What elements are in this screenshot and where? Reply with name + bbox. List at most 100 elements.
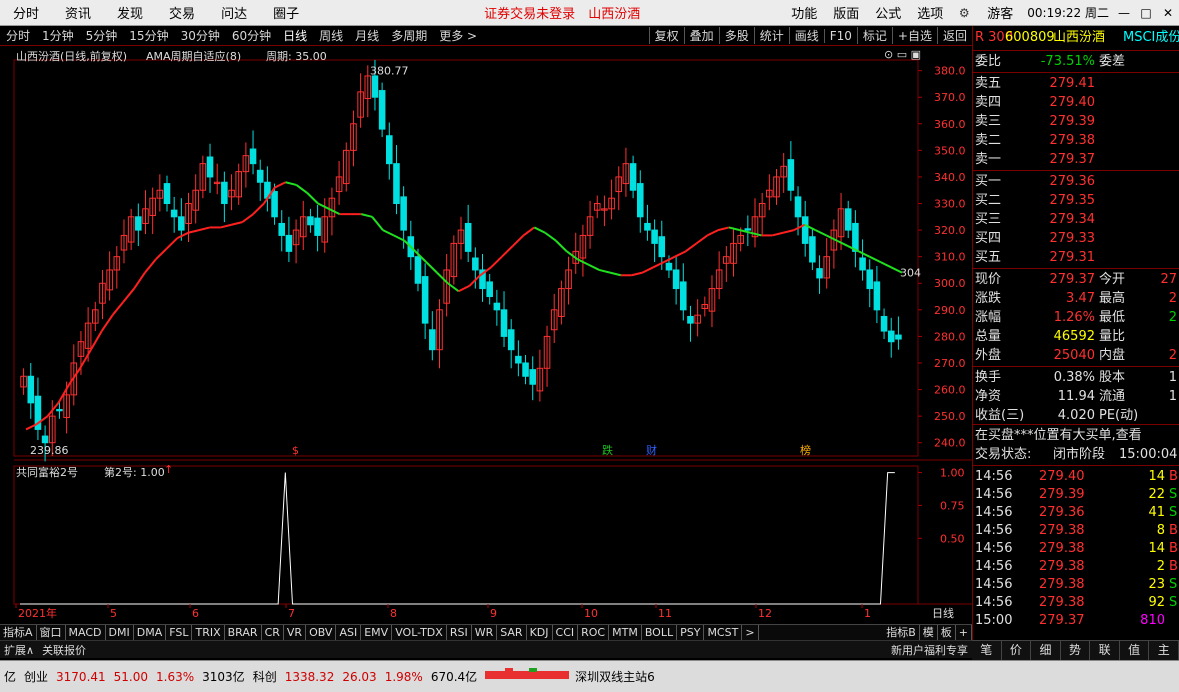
indicator-tab[interactable]: WR — [472, 624, 498, 641]
menu-item-banmian[interactable]: 版面 — [825, 3, 867, 22]
indicator-tab[interactable]: 指标B — [883, 624, 920, 641]
login-notice[interactable]: 证券交易未登录 — [471, 3, 588, 22]
period-tab-multi[interactable]: 多周期 — [385, 27, 433, 44]
indicator-tab[interactable]: CCI — [553, 624, 579, 641]
close-icon[interactable]: ✕ — [1157, 6, 1179, 20]
indicator-tab[interactable]: VOL-TDX — [392, 624, 447, 641]
related-quote-tab[interactable]: 关联报价 — [38, 642, 90, 658]
bid-label: 买二 — [975, 193, 1002, 208]
period-tab-60min[interactable]: 60分钟 — [226, 27, 277, 44]
indicator-tab[interactable]: KDJ — [527, 624, 553, 641]
indicator-tab[interactable]: PSY — [677, 624, 705, 641]
indicator-tab[interactable]: > — [742, 624, 759, 641]
menu-item-faxian[interactable]: 发现 — [104, 3, 156, 22]
right-tab[interactable]: 联 — [1090, 641, 1120, 660]
right-tab[interactable]: 细 — [1031, 641, 1061, 660]
candle-body — [400, 196, 407, 231]
right-tab[interactable]: 笔 — [972, 641, 1002, 660]
add-watchlist-button[interactable]: +自选 — [891, 27, 937, 44]
sub-indicator-value: 第2号: 1.00 — [104, 466, 165, 479]
menu-item-zixun[interactable]: 资讯 — [52, 3, 104, 22]
period-tab-monthly[interactable]: 月线 — [349, 27, 385, 44]
sub-indicator-name[interactable]: 共同富裕2号 — [16, 464, 78, 480]
period-tab-5min[interactable]: 5分钟 — [80, 27, 124, 44]
stock-code[interactable]: 600809 — [1005, 28, 1055, 47]
indicator-tab[interactable]: OBV — [306, 624, 337, 641]
right-tab[interactable]: 价 — [1002, 641, 1032, 660]
period-tab-15min[interactable]: 15分钟 — [123, 27, 174, 44]
user-label[interactable]: 游客 — [977, 3, 1023, 22]
indicator-tab[interactable]: DMI — [106, 624, 134, 641]
stats-button[interactable]: 统计 — [753, 27, 789, 44]
mark-button[interactable]: 标记 — [856, 27, 892, 44]
overlay-button[interactable]: 叠加 — [683, 27, 719, 44]
expand-tab[interactable]: 扩展∧ — [0, 642, 38, 658]
settings-icon[interactable]: ⚙ — [951, 6, 977, 20]
tick-volume: 8 — [1156, 523, 1165, 538]
indicator-tab[interactable]: MACD — [66, 624, 106, 641]
indicator-tab[interactable]: ROC — [578, 624, 610, 641]
back-button[interactable]: 返回 — [936, 27, 972, 44]
period-tab-weekly[interactable]: 周线 — [313, 27, 349, 44]
x-axis: 2021年 5 6 7 8 9 10 11 12 1 日线 — [15, 604, 954, 620]
indicator-tab[interactable]: CR — [262, 624, 284, 641]
ama-segment — [685, 242, 698, 253]
chart-indicator-label[interactable]: AMA周期自适应(8) — [146, 48, 241, 64]
period-tab-30min[interactable]: 30分钟 — [175, 27, 226, 44]
kline-chart-svg[interactable]: 240.0 250.0 260.0 270.0 280.0 290.0 300.0 310.0… — [0, 46, 972, 624]
divider — [973, 424, 1179, 425]
tick-time: 14:56 — [975, 577, 1013, 592]
draw-line-button[interactable]: 画线 — [788, 27, 824, 44]
annotation-ama_last: 304 — [900, 267, 921, 280]
indicator-tab[interactable]: MTM — [609, 624, 642, 641]
promo-link[interactable]: 新用户福利专享 — [887, 642, 972, 658]
multi-stock-button[interactable]: 多股 — [718, 27, 754, 44]
indicator-tab[interactable]: EMV — [361, 624, 393, 641]
indicator-tab[interactable]: VR — [284, 624, 307, 641]
period-tab-daily[interactable]: 日线 — [277, 27, 313, 44]
period-tab-more[interactable]: 更多 > — [433, 27, 483, 44]
indicator-tab[interactable]: BRAR — [225, 624, 262, 641]
indicator-tab[interactable]: BOLL — [642, 624, 678, 641]
right-tab[interactable]: 势 — [1061, 641, 1091, 660]
indicator-tab[interactable]: 模 — [920, 624, 938, 641]
right-tab[interactable]: 主 — [1149, 641, 1179, 660]
indicator-tab[interactable]: MCST — [704, 624, 743, 641]
menu-item-fenshi[interactable]: 分时 — [0, 3, 52, 22]
indicator-tab[interactable]: DMA — [134, 624, 167, 641]
indicator-tab[interactable]: RSI — [447, 624, 472, 641]
menu-item-xuanxiang[interactable]: 选项 — [909, 3, 951, 22]
status-server[interactable]: 深圳双线主站6 — [571, 668, 659, 685]
stock-name[interactable]: 山西汾酒 — [1053, 28, 1105, 47]
status-kc-label[interactable]: 科创 — [249, 668, 281, 685]
maximize-icon[interactable]: □ — [1135, 6, 1157, 20]
period-tab-1min[interactable]: 1分钟 — [36, 27, 80, 44]
chart-controls[interactable]: ⊙ ▭ ▣ — [884, 48, 921, 61]
menu-item-wenda[interactable]: 问达 — [208, 3, 260, 22]
candle-body — [744, 228, 752, 231]
menu-item-gongneng[interactable]: 功能 — [783, 3, 825, 22]
stat-label: 流通 — [1099, 389, 1126, 404]
f10-button[interactable]: F10 — [823, 28, 857, 43]
y-tick-label: 240.0 — [934, 437, 966, 450]
menu-item-jiaoyi[interactable]: 交易 — [156, 3, 208, 22]
menu-item-gongshi[interactable]: 公式 — [867, 3, 909, 22]
status-cyb-label[interactable]: 创业 — [20, 668, 52, 685]
order-message[interactable]: 在买盘***位置有大买单,查看 — [975, 426, 1142, 445]
menu-item-quanzi[interactable]: 圈子 — [260, 3, 312, 22]
chart-area[interactable]: 240.0 250.0 260.0 270.0 280.0 290.0 300.0 310.0… — [0, 46, 972, 626]
minimize-icon[interactable]: — — [1113, 6, 1135, 20]
indicator-tab[interactable]: SAR — [497, 624, 527, 641]
ama-segment — [393, 234, 405, 242]
indicator-tab[interactable]: + — [956, 624, 972, 641]
indicator-tab[interactable]: 板 — [938, 624, 956, 641]
right-tab[interactable]: 值 — [1120, 641, 1150, 660]
clock: 00:19:22 周二 — [1027, 6, 1109, 20]
indicator-tab[interactable]: 指标A — [0, 624, 37, 641]
indicator-tab[interactable]: ASI — [336, 624, 362, 641]
fuquan-button[interactable]: 复权 — [648, 27, 684, 44]
indicator-tab[interactable]: FSL — [166, 624, 193, 641]
period-tab-fenshi[interactable]: 分时 — [0, 27, 36, 44]
indicator-tab[interactable]: 窗口 — [37, 624, 66, 641]
indicator-tab[interactable]: TRIX — [192, 624, 225, 641]
